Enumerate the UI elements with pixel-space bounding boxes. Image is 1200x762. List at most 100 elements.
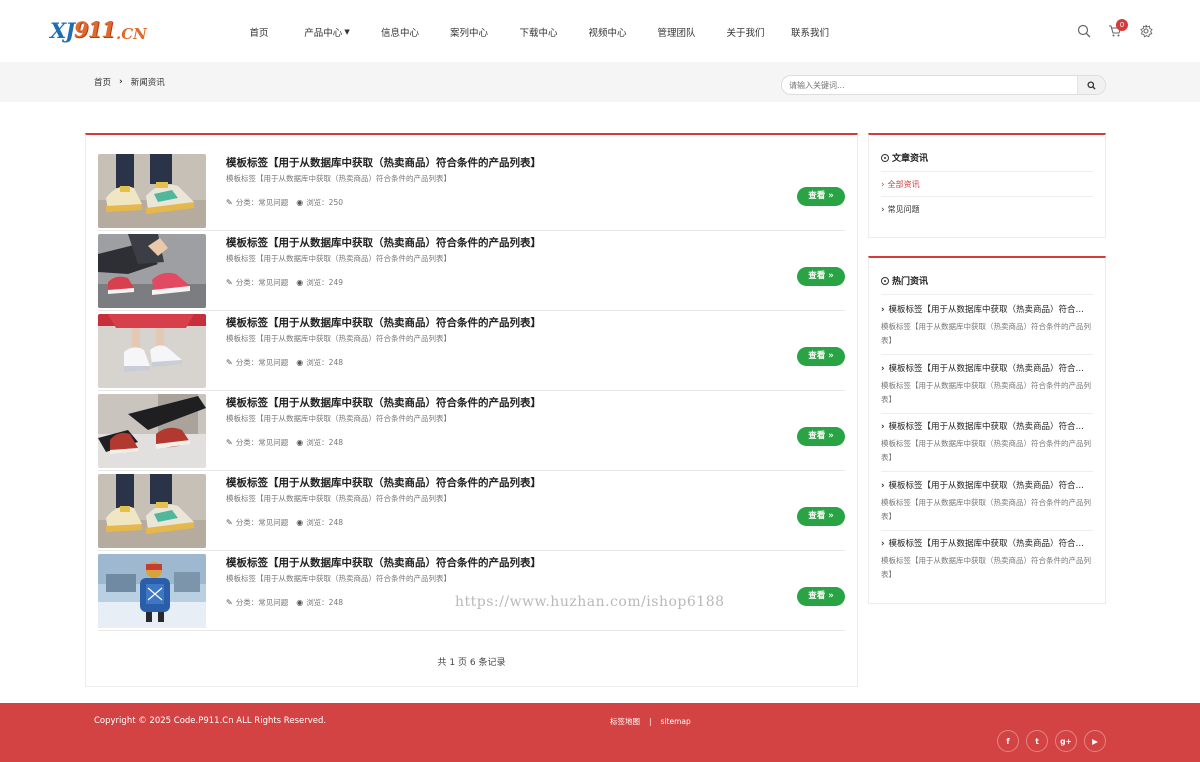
article-summary: 模板标签【用于从数据库中获取（热卖商品）符合条件的产品列表】 xyxy=(226,254,451,263)
article-thumbnail[interactable] xyxy=(98,154,206,228)
article-meta: ✎ 分类：常见问题 ◉ 浏览：250 xyxy=(226,197,343,208)
eye-icon: ◉ xyxy=(296,518,304,527)
cart-count-badge: 0 xyxy=(1116,19,1128,31)
sidebar-hot-title: 热门资讯 xyxy=(892,277,929,287)
hot-news-title[interactable]: ›模板标签【用于从数据库中获取（热卖商品）符合条件的产品列表】 xyxy=(881,479,1091,491)
hot-news-item[interactable]: ›模板标签【用于从数据库中获取（热卖商品）符合条件的产品列表】模板标签【用于从数… xyxy=(881,537,1093,582)
article-title[interactable]: 模板标签【用于从数据库中获取（热卖商品）符合条件的产品列表】 xyxy=(226,395,541,410)
breadcrumb-home-link[interactable]: 首页 xyxy=(94,76,111,88)
article-views: 浏览：248 xyxy=(306,518,344,527)
nav-item[interactable]: 首页 xyxy=(230,25,288,39)
hot-news-title-text: 模板标签【用于从数据库中获取（热卖商品）符合条件的产品列表】 xyxy=(888,539,1091,549)
article-thumbnail[interactable] xyxy=(98,314,206,388)
hot-news-title[interactable]: ›模板标签【用于从数据库中获取（热卖商品）符合条件的产品列表】 xyxy=(881,537,1091,549)
article-category: 分类：常见问题 xyxy=(235,518,289,527)
sidebar-category-label: 全部资讯 xyxy=(887,180,920,189)
hot-news-title[interactable]: ›模板标签【用于从数据库中获取（热卖商品）符合条件的产品列表】 xyxy=(881,362,1091,374)
article-title[interactable]: 模板标签【用于从数据库中获取（热卖商品）符合条件的产品列表】 xyxy=(226,155,541,170)
article-summary: 模板标签【用于从数据库中获取（热卖商品）符合条件的产品列表】 xyxy=(226,414,451,423)
search-box xyxy=(781,75,1106,95)
google-plus-icon[interactable]: g+ xyxy=(1055,730,1077,752)
nav-item[interactable]: 产品中心 ▼ xyxy=(288,25,366,39)
article-views-wrap: ◉ 浏览：248 xyxy=(296,437,343,448)
view-article-button[interactable]: 查看 » xyxy=(797,507,845,526)
hot-news-desc: 模板标签【用于从数据库中获取（热卖商品）符合条件的产品列表】 xyxy=(881,439,1091,462)
youtube-icon[interactable]: ▶ xyxy=(1084,730,1106,752)
hot-news-item[interactable]: ›模板标签【用于从数据库中获取（热卖商品）符合条件的产品列表】模板标签【用于从数… xyxy=(881,362,1093,407)
search-submit-button[interactable] xyxy=(1077,76,1105,94)
article-category: 分类：常见问题 xyxy=(235,438,289,447)
search-input[interactable] xyxy=(782,76,1079,94)
article-list-item: 模板标签【用于从数据库中获取（热卖商品）符合条件的产品列表】 模板标签【用于从数据… xyxy=(98,551,845,631)
nav-item[interactable]: 关于我们 xyxy=(711,25,780,39)
sidebar-categories-box: 文章资讯 › 全部资讯 › 常见问题 xyxy=(868,133,1106,238)
logo-part-3: .CN xyxy=(116,25,147,43)
view-article-button[interactable]: 查看 » xyxy=(797,267,845,286)
article-summary: 模板标签【用于从数据库中获取（热卖商品）符合条件的产品列表】 xyxy=(226,334,451,343)
sidebar-category-link[interactable]: › 常见问题 xyxy=(881,204,920,215)
hot-news-title-text: 模板标签【用于从数据库中获取（热卖商品）符合条件的产品列表】 xyxy=(888,480,1091,491)
nav-item[interactable]: 视频中心 xyxy=(573,25,642,39)
chevron-down-icon: ▼ xyxy=(344,28,350,36)
hot-news-desc: 模板标签【用于从数据库中获取（热卖商品）符合条件的产品列表】 xyxy=(881,322,1091,345)
article-thumbnail[interactable] xyxy=(98,234,206,308)
twitter-icon[interactable]: t xyxy=(1026,730,1048,752)
nav-item[interactable]: 案列中心 xyxy=(434,25,504,39)
hot-news-item[interactable]: ›模板标签【用于从数据库中获取（热卖商品）符合条件的产品列表】模板标签【用于从数… xyxy=(881,303,1093,348)
category-tag-icon: ✎ xyxy=(226,278,233,287)
hot-news-title[interactable]: ›模板标签【用于从数据库中获取（热卖商品）符合条件的产品列表】 xyxy=(881,303,1091,315)
view-article-button[interactable]: 查看 » xyxy=(797,587,845,606)
sidebar-categories-heading: 文章资讯 xyxy=(881,151,928,164)
eye-icon: ◉ xyxy=(296,438,304,447)
nav-item-label: 管理团队 xyxy=(657,28,696,39)
nav-item[interactable]: 联系我们 xyxy=(780,25,840,39)
hot-news-title[interactable]: ›模板标签【用于从数据库中获取（热卖商品）符合条件的产品列表】 xyxy=(881,420,1091,432)
article-views-wrap: ◉ 浏览：248 xyxy=(296,357,343,368)
sidebar-category-label: 常见问题 xyxy=(887,205,920,214)
chevron-right-icon: › xyxy=(881,422,885,432)
article-title[interactable]: 模板标签【用于从数据库中获取（热卖商品）符合条件的产品列表】 xyxy=(226,475,541,490)
article-meta: ✎ 分类：常见问题 ◉ 浏览：248 xyxy=(226,597,343,608)
article-category: 分类：常见问题 xyxy=(235,198,289,207)
settings-gear-icon[interactable] xyxy=(1139,24,1153,38)
article-title[interactable]: 模板标签【用于从数据库中获取（热卖商品）符合条件的产品列表】 xyxy=(226,315,541,330)
hot-news-item[interactable]: ›模板标签【用于从数据库中获取（热卖商品）符合条件的产品列表】模板标签【用于从数… xyxy=(881,479,1093,524)
chevron-right-icon: › xyxy=(881,204,885,215)
article-meta: ✎ 分类：常见问题 ◉ 浏览：249 xyxy=(226,277,343,288)
article-category: 分类：常见问题 xyxy=(235,598,289,607)
view-article-button[interactable]: 查看 » xyxy=(797,187,845,206)
nav-item[interactable]: 信息中心 xyxy=(366,25,434,39)
article-list-item: 模板标签【用于从数据库中获取（热卖商品）符合条件的产品列表】模板标签【用于从数据… xyxy=(98,231,845,311)
site-logo[interactable]: XJ 911 .CN xyxy=(50,17,147,46)
nav-item-label: 信息中心 xyxy=(380,28,419,39)
article-thumbnail[interactable] xyxy=(98,554,206,628)
view-article-button[interactable]: 查看 » xyxy=(797,347,845,366)
nav-item[interactable]: 管理团队 xyxy=(642,25,711,39)
view-article-button[interactable]: 查看 » xyxy=(797,427,845,446)
hot-news-title-text: 模板标签【用于从数据库中获取（热卖商品）符合条件的产品列表】 xyxy=(888,363,1091,374)
article-views-wrap: ◉ 浏览：248 xyxy=(296,517,343,528)
search-icon[interactable] xyxy=(1077,24,1091,38)
tag-map-link[interactable]: 标签地图 xyxy=(610,716,640,727)
main-nav: 首页 产品中心 ▼ 信息中心 案列中心 下载中心 视频中心 管理团队 关于我们 联系我们 xyxy=(230,25,840,39)
article-title[interactable]: 模板标签【用于从数据库中获取（热卖商品）符合条件的产品列表】 xyxy=(226,235,541,250)
nav-item[interactable]: 下载中心 xyxy=(504,25,573,39)
footer-links: 标签地图 | sitemap xyxy=(610,716,691,727)
sidebar-category-link[interactable]: › 全部资讯 xyxy=(881,179,920,190)
chevron-right-icon: › xyxy=(881,539,885,549)
breadcrumb-bar: 首页 › 新闻资讯 xyxy=(0,62,1200,102)
article-thumbnail[interactable] xyxy=(98,394,206,468)
article-list-item: 模板标签【用于从数据库中获取（热卖商品）符合条件的产品列表】模板标签【用于从数据… xyxy=(98,391,845,471)
article-meta: ✎ 分类：常见问题 ◉ 浏览：248 xyxy=(226,437,343,448)
sitemap-link[interactable]: sitemap xyxy=(661,717,691,726)
search-icon xyxy=(1087,80,1096,90)
watermark-text: https://www.huzhan.com/ishop6188 xyxy=(455,594,725,610)
divider xyxy=(881,171,1093,172)
article-title[interactable]: 模板标签【用于从数据库中获取（热卖商品）符合条件的产品列表】 xyxy=(226,555,541,570)
divider xyxy=(881,529,1093,531)
article-thumbnail[interactable] xyxy=(98,474,206,548)
nav-item-label: 案列中心 xyxy=(449,28,488,39)
eye-icon: ◉ xyxy=(296,598,304,607)
hot-news-item[interactable]: ›模板标签【用于从数据库中获取（热卖商品）符合条件的产品列表】模板标签【用于从数… xyxy=(881,420,1093,465)
facebook-icon[interactable]: f xyxy=(997,730,1019,752)
